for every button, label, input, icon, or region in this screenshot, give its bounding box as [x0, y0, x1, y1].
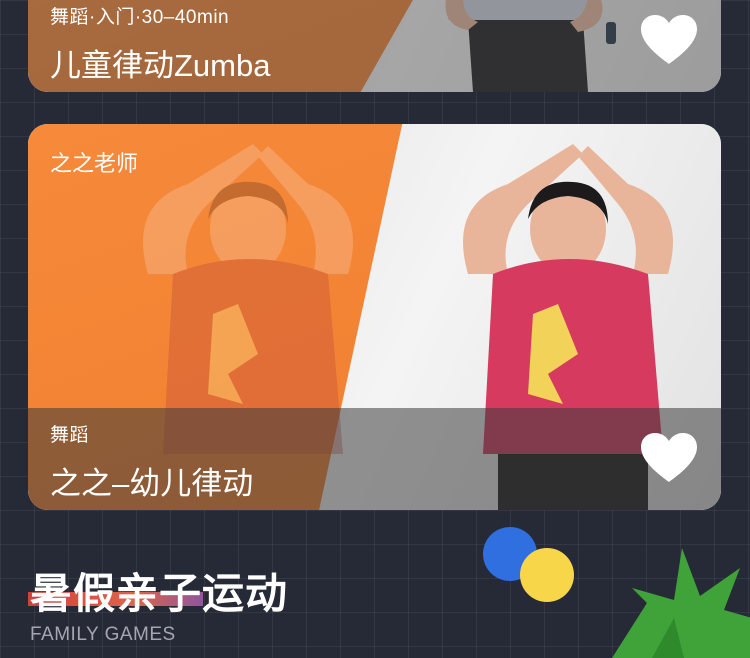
course-tag: 舞蹈 — [50, 425, 90, 446]
section-subtitle: FAMILY GAMES — [30, 624, 176, 645]
course-title: 之之–幼儿律动 — [50, 466, 254, 501]
course-title: 儿童律动Zumba — [50, 48, 271, 83]
teacher-name: 之之老师 — [50, 151, 139, 176]
heart-icon[interactable] — [639, 432, 699, 484]
course-card-zumba[interactable]: 舞蹈·入门·30–40min 儿童律动Zumba — [28, 0, 721, 92]
heart-icon[interactable] — [639, 14, 699, 66]
section-title: 暑假亲子运动 — [30, 570, 289, 617]
course-tag: 舞蹈·入门·30–40min — [50, 7, 230, 28]
decorative-dot-yellow — [520, 548, 574, 602]
leaf-icon — [612, 548, 750, 658]
course-card-toddler-dance[interactable]: 之之老师 舞蹈 之之–幼儿律动 — [28, 124, 721, 510]
